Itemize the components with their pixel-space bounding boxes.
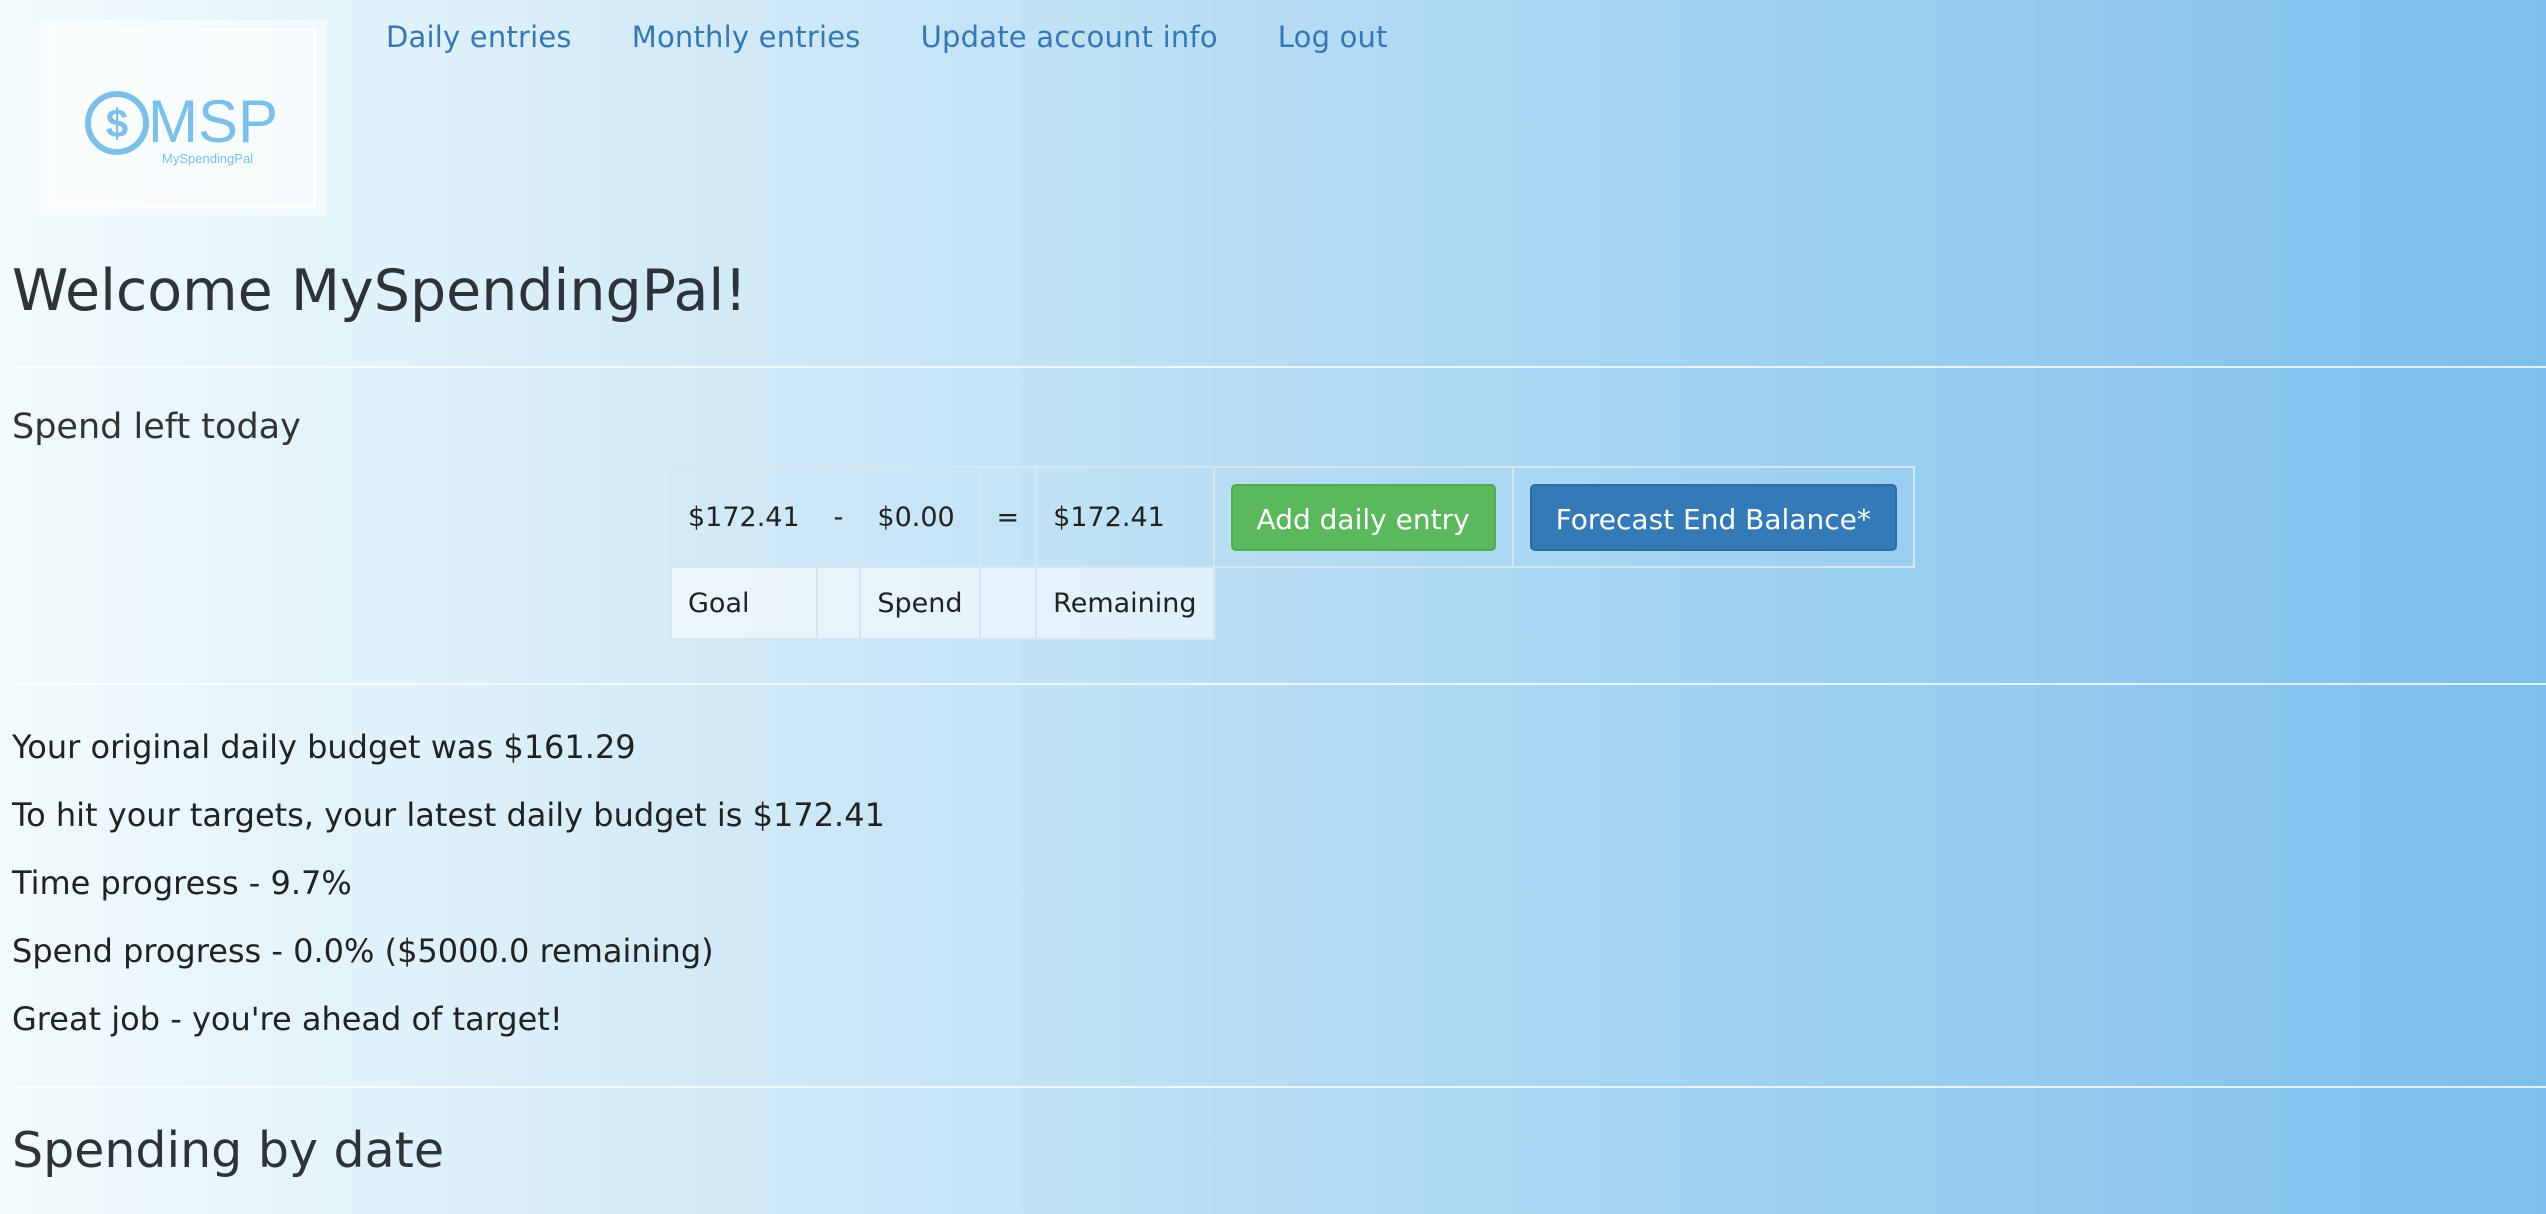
original-budget-text: Your original daily budget was $161.29 — [12, 728, 636, 766]
nav-log-out[interactable]: Log out — [1278, 20, 1388, 54]
time-progress-text: Time progress - 9.7% — [12, 864, 352, 902]
goal-value: $172.41 — [670, 466, 818, 568]
minus-sign: - — [815, 466, 862, 568]
equals-sign: = — [978, 466, 1038, 568]
page-title: Welcome MySpendingPal! — [12, 258, 748, 324]
equals-label-blank — [978, 566, 1038, 640]
divider — [12, 366, 2546, 368]
budget-stats: Your original daily budget was $161.29 T… — [12, 730, 885, 1070]
spending-by-date-heading: Spending by date — [12, 1122, 445, 1179]
spend-progress-text: Spend progress - 0.0% ($5000.0 remaining… — [12, 932, 714, 970]
forecast-cell: Forecast End Balance* — [1511, 466, 1915, 568]
summary-labels-row: Goal Spend Remaining — [670, 566, 1914, 640]
logo[interactable]: $ MSP MySpendingPal — [39, 20, 327, 216]
status-message: Great job - you're ahead of target! — [12, 1000, 563, 1038]
forecast-end-balance-button[interactable]: Forecast End Balance* — [1529, 483, 1897, 551]
summary-values-row: $172.41 - $0.00 = $172.41 Add daily entr… — [670, 466, 1915, 568]
empty-cell — [1513, 567, 1914, 639]
latest-budget-text: To hit your targets, your latest daily b… — [12, 796, 885, 834]
add-daily-entry-button[interactable]: Add daily entry — [1230, 483, 1496, 551]
spend-left-heading: Spend left today — [12, 407, 301, 447]
divider — [12, 683, 2546, 685]
dollar-coin-icon: $ — [85, 91, 149, 155]
main-nav: Daily entries Monthly entries Update acc… — [386, 20, 1388, 54]
logo-graphic: $ MSP MySpendingPal — [85, 88, 278, 166]
svg-text:$: $ — [106, 102, 128, 146]
nav-update-account[interactable]: Update account info — [921, 20, 1218, 54]
spend-summary-table: $172.41 - $0.00 = $172.41 Add daily entr… — [670, 466, 1915, 640]
logo-tagline: MySpendingPal — [162, 151, 253, 166]
nav-monthly-entries[interactable]: Monthly entries — [632, 20, 861, 54]
logo-frame: $ MSP MySpendingPal — [50, 28, 316, 208]
divider — [12, 1086, 2546, 1088]
add-daily-cell: Add daily entry — [1212, 466, 1514, 568]
remaining-value: $172.41 — [1035, 466, 1215, 568]
empty-cell — [1214, 567, 1513, 639]
minus-label-blank — [815, 566, 862, 640]
logo-brand: MSP — [148, 88, 278, 155]
spend-value: $0.00 — [859, 466, 981, 568]
remaining-label: Remaining — [1035, 566, 1215, 640]
nav-daily-entries[interactable]: Daily entries — [386, 20, 572, 54]
goal-label: Goal — [670, 566, 818, 640]
spend-label: Spend — [859, 566, 981, 640]
